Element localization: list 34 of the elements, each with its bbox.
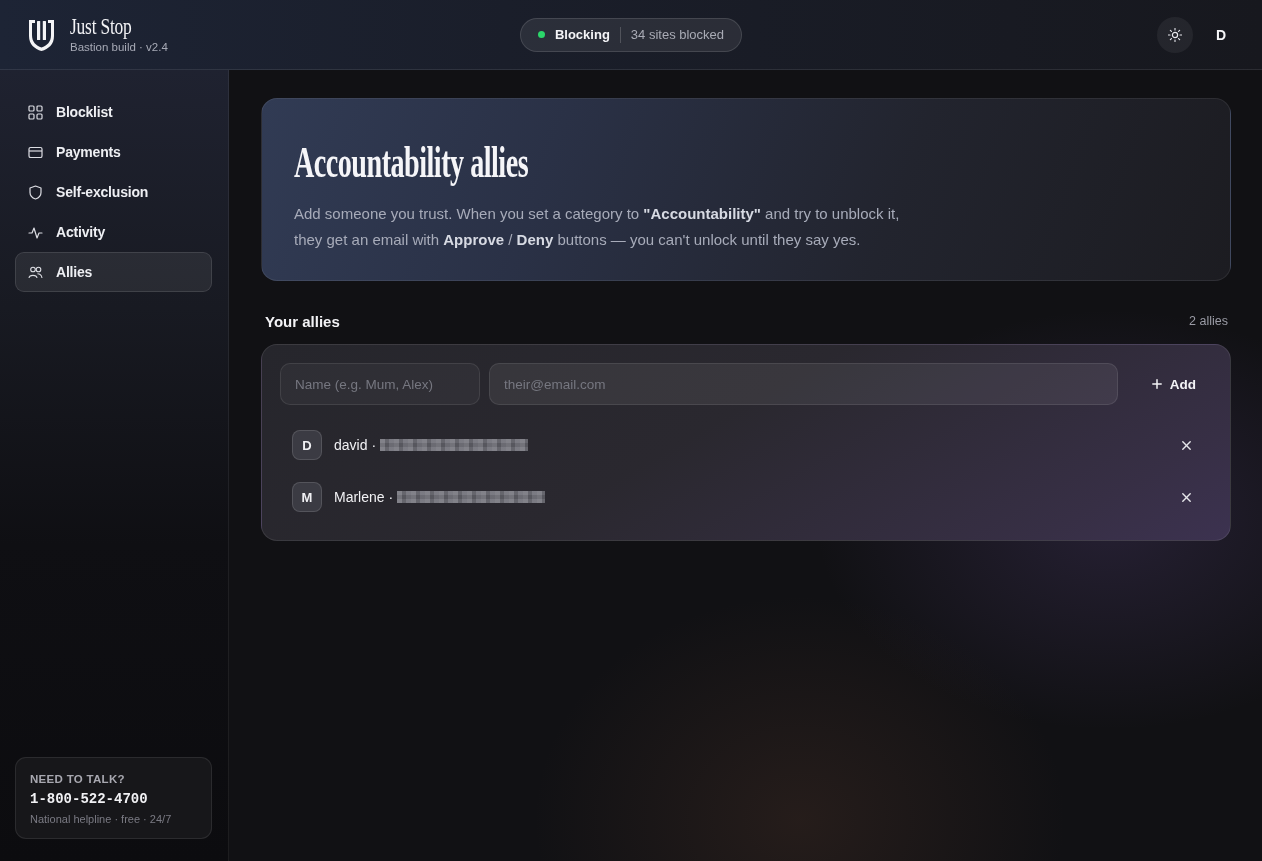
users-icon [28, 264, 43, 280]
avatar-button[interactable]: D [1203, 16, 1239, 53]
page-description: Add someone you trust. When you set a category to "Accountability" and try to unblock it, they get an email with Approve / Deny buttons — you can't unlock until they say yes. [294, 204, 901, 250]
name-separator: · [388, 489, 394, 505]
add-button[interactable]: Add [1134, 363, 1212, 405]
sun-icon [1168, 27, 1182, 42]
app-subtitle: Bastion build · v2.4 [70, 39, 168, 55]
allies-count: 2 allies [1189, 314, 1228, 328]
ally-name: Marlene [334, 489, 385, 505]
card-icon [28, 144, 43, 160]
page-title: Accountability allies [294, 139, 529, 187]
close-icon [1181, 440, 1191, 450]
grid-icon [28, 104, 43, 120]
helpline-title: NEED TO TALK? [30, 773, 126, 785]
sidebar-item[interactable]: Activity [15, 212, 212, 252]
plus-icon [1151, 379, 1162, 389]
helpline-phone: 1-800-522-4700 [30, 791, 149, 807]
ally-name: david [334, 437, 368, 453]
sidebar-item[interactable]: Allies [15, 252, 212, 292]
app-name: Just Stop [70, 14, 132, 39]
status-detail: 34 sites blocked [630, 27, 725, 42]
sidebar-item[interactable]: Blocklist [15, 92, 212, 132]
shield-logo-icon [26, 17, 57, 52]
close-icon [1181, 492, 1191, 502]
section-title: Your allies [265, 312, 340, 330]
sidebar-item[interactable]: Self-exclusion [15, 172, 212, 212]
shield-icon [28, 184, 43, 200]
name-separator: · [371, 437, 377, 453]
status-label: Blocking [554, 27, 610, 42]
helpline-note: National helpline · free · 24/7 [30, 813, 173, 825]
sidebar-item[interactable]: Payments [15, 132, 212, 172]
ally-avatar: D [292, 430, 322, 460]
ally-avatar: M [292, 482, 322, 512]
theme-toggle-button[interactable] [1157, 16, 1193, 53]
